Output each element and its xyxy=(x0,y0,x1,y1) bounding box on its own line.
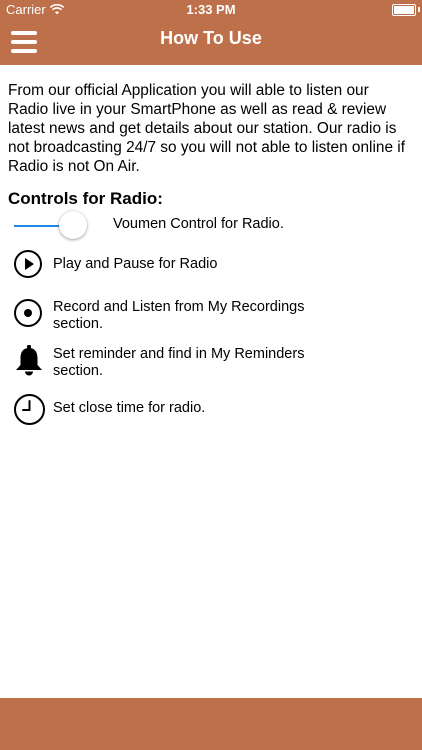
timer-label: Set close time for radio. xyxy=(53,400,206,416)
volume-slider-thumb[interactable] xyxy=(59,211,87,239)
status-bar: Carrier 1:33 PM xyxy=(0,0,422,20)
play-label: Play and Pause for Radio xyxy=(53,256,218,272)
volume-label: Voumen Control for Radio. xyxy=(113,216,284,232)
footer-bar xyxy=(0,698,422,750)
volume-slider[interactable] xyxy=(14,211,104,241)
battery-icon xyxy=(392,4,416,16)
intro-text: From our official Application you will a… xyxy=(8,82,405,175)
bell-icon xyxy=(16,345,42,376)
page-title: How To Use xyxy=(160,28,262,48)
volume-slider-track xyxy=(14,225,61,227)
battery-tip xyxy=(418,7,420,12)
nav-bar: How To Use xyxy=(0,20,422,65)
play-icon xyxy=(14,250,42,278)
status-time: 1:33 PM xyxy=(186,2,236,17)
clock-icon xyxy=(14,394,45,425)
record-label: Record and Listen from My Recordings sec… xyxy=(53,299,305,332)
controls-heading: Controls for Radio: xyxy=(8,189,163,208)
reminder-label: Set reminder and find in My Reminders se… xyxy=(53,346,305,379)
record-icon xyxy=(14,299,42,327)
